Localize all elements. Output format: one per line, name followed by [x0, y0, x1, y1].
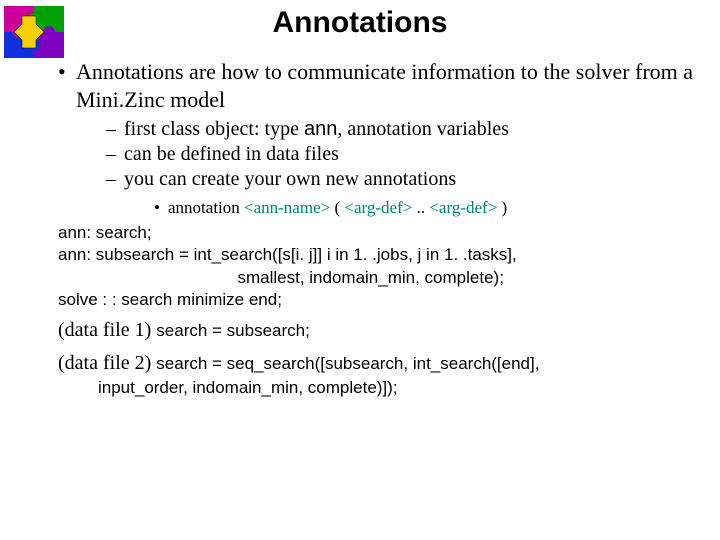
syntax-c: (	[330, 198, 344, 217]
bullet-main-text-b: Zinc model	[124, 87, 225, 112]
code-line-2: ann: subsearch = int_search([s[i. j]] i …	[58, 244, 702, 266]
sub2-text: can be defined in data files	[124, 143, 339, 165]
syntax-d: <arg-def>	[344, 198, 412, 217]
df1-tail: search = subsearch;	[156, 321, 310, 340]
syntax-line: •annotation <ann-name> ( <arg-def> .. <a…	[18, 198, 702, 218]
df1-lead: (data file 1)	[58, 319, 156, 341]
syntax-g: )	[497, 198, 507, 217]
sub1-b: , annotation variables	[337, 118, 509, 140]
code-line-4: solve : : search minimize end;	[58, 289, 702, 311]
data-file-2-cont: input_order, indomain_min, complete)]);	[18, 377, 702, 400]
data-file-1: (data file 1) search = subsearch;	[18, 317, 702, 344]
slide-content: •Annotations are how to communicate info…	[0, 40, 720, 400]
df2-tail: search = seq_search([subsearch, int_sear…	[156, 354, 539, 373]
puzzle-logo	[4, 6, 64, 58]
code-line-3: smallest, indomain_min, complete);	[58, 267, 702, 289]
df2-lead: (data file 2)	[58, 352, 156, 374]
sub-bullet-1: –first class object: type ann, annotatio…	[18, 117, 702, 142]
code-line-1: ann: search;	[58, 222, 702, 244]
sub-bullet-3: –you can create your own new annotations	[18, 167, 702, 192]
syntax-b: <ann-name>	[244, 198, 330, 217]
syntax-a: annotation	[168, 198, 244, 217]
code-block: ann: search; ann: subsearch = int_search…	[18, 222, 702, 310]
sub-bullet-2: –can be defined in data files	[18, 142, 702, 167]
sub1-ann-keyword: ann	[304, 118, 337, 140]
sub1-a: first class object: type	[124, 118, 304, 140]
sub3-text: you can create your own new annotations	[124, 168, 456, 190]
syntax-e: ..	[412, 198, 429, 217]
bullet-main: •Annotations are how to communicate info…	[18, 58, 702, 113]
slide-title: Annotations	[0, 0, 720, 40]
data-file-2: (data file 2) search = seq_search([subse…	[18, 350, 702, 377]
syntax-f: <arg-def>	[429, 198, 497, 217]
